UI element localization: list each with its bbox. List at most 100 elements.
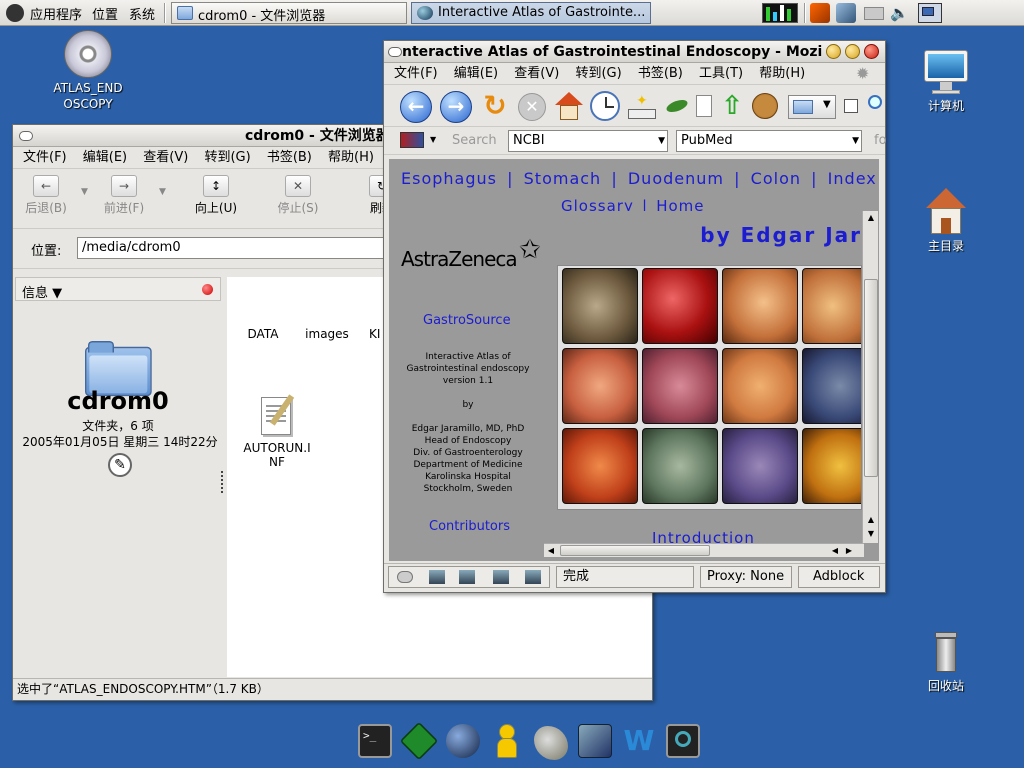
endoscopy-thumbnail[interactable] xyxy=(562,348,638,424)
ff-menu-go[interactable]: 转到(G) xyxy=(575,66,621,81)
endoscopy-thumbnail[interactable] xyxy=(722,268,798,344)
nav-link-glossary[interactable]: Glossary xyxy=(561,197,634,211)
screenshot-icon[interactable] xyxy=(666,724,700,758)
forward-arrow-icon[interactable]: → xyxy=(440,91,472,123)
page-icon[interactable] xyxy=(696,95,712,117)
back-arrow-icon[interactable]: ← xyxy=(400,91,432,123)
terminal-icon[interactable]: >_ xyxy=(358,724,392,758)
contributors-link[interactable]: Contributors xyxy=(429,519,510,534)
cookie-icon[interactable] xyxy=(752,93,778,119)
fb-menu-help[interactable]: 帮助(H) xyxy=(328,150,374,165)
endoscopy-thumbnail[interactable] xyxy=(562,428,638,504)
search-engine-select[interactable]: NCBI ▼ xyxy=(508,130,668,152)
ff-menu-help[interactable]: 帮助(H) xyxy=(759,66,805,81)
taskbar-firefox[interactable]: Interactive Atlas of Gastrointe... xyxy=(411,2,651,24)
places-menu[interactable]: 位置 xyxy=(92,4,118,23)
window-menu-icon[interactable] xyxy=(19,131,33,141)
endoscopy-thumbnail[interactable] xyxy=(562,268,638,344)
ff-menu-tools[interactable]: 工具(T) xyxy=(699,66,743,81)
fb-menu-edit[interactable]: 编辑(E) xyxy=(83,150,127,165)
nav-link-duodenum[interactable]: Duodenum xyxy=(628,169,724,188)
foot-menu-icon[interactable] xyxy=(6,4,24,22)
web-browser-icon[interactable] xyxy=(446,724,480,758)
endoscopy-thumbnail[interactable] xyxy=(802,428,861,504)
mail-icon[interactable] xyxy=(578,724,612,758)
nav-link-index[interactable]: Index xyxy=(828,169,877,188)
sidebar-close-icon[interactable] xyxy=(202,284,213,295)
sidebar-type-dropdown[interactable]: 信息 ▼ xyxy=(22,282,62,301)
status-icon[interactable] xyxy=(525,570,541,584)
scroll-up-arrow-icon[interactable]: ▲ xyxy=(864,211,878,225)
ncbi-logo-icon[interactable] xyxy=(400,132,424,148)
desktop-icon-atlas-cd[interactable]: ATLAS_END OSCOPY xyxy=(38,30,138,112)
minimize-button[interactable] xyxy=(826,44,841,59)
ff-menu-file[interactable]: 文件(F) xyxy=(394,66,438,81)
fb-menu-bookmarks[interactable]: 书签(B) xyxy=(267,150,312,165)
nav-link-stomach[interactable]: Stomach xyxy=(524,169,602,188)
nav-link-home[interactable]: Home xyxy=(656,197,704,211)
scroll-hthumb[interactable] xyxy=(560,545,710,556)
inner-vertical-scrollbar[interactable]: ▲ ▲ ▼ xyxy=(862,211,878,543)
up-button[interactable]: ↕ 向上(U) xyxy=(185,175,247,216)
proxy-status[interactable]: Proxy: None xyxy=(700,566,792,588)
system-menu[interactable]: 系统 xyxy=(129,4,155,23)
scroll-up-arrow-icon[interactable]: ▲ xyxy=(864,513,878,527)
printer-icon[interactable] xyxy=(864,7,884,20)
messenger-icon[interactable] xyxy=(490,724,524,758)
stop-button[interactable]: ✕ 停止(S) xyxy=(267,175,329,216)
adblock-status[interactable]: Adblock xyxy=(798,566,880,588)
scroll-right-arrow-icon[interactable]: ▶ xyxy=(842,544,856,557)
status-icon[interactable] xyxy=(493,570,509,584)
forward-dropdown-icon[interactable]: ▼ xyxy=(159,187,166,197)
applications-menu[interactable]: 应用程序 xyxy=(30,4,82,23)
workspace-switcher-icon[interactable] xyxy=(918,3,942,23)
update-icon[interactable] xyxy=(836,3,856,23)
home-icon[interactable] xyxy=(554,91,584,121)
endoscopy-thumbnail[interactable] xyxy=(802,348,861,424)
endoscopy-thumbnail[interactable] xyxy=(642,348,718,424)
file-item[interactable]: DATA xyxy=(237,283,289,341)
endoscopy-thumbnail[interactable] xyxy=(642,268,718,344)
status-icon[interactable] xyxy=(429,570,445,584)
nav-link-esophagus[interactable]: Esophagus xyxy=(401,169,497,188)
scroll-down-arrow-icon[interactable]: ▼ xyxy=(864,527,878,541)
stop-icon[interactable]: ✕ xyxy=(518,93,546,121)
ff-menu-edit[interactable]: 编辑(E) xyxy=(454,66,498,81)
sidebar-resize-handle[interactable] xyxy=(221,471,225,493)
firefox-titlebar[interactable]: nteractive Atlas of Gastrointestinal End… xyxy=(384,41,885,63)
forward-button[interactable]: → 前进(F) xyxy=(93,175,155,216)
file-item[interactable]: images xyxy=(301,283,353,341)
endoscopy-thumbnail[interactable] xyxy=(722,428,798,504)
green-up-arrow-icon[interactable]: ⇧ xyxy=(720,93,744,121)
scroll-left-arrow-icon[interactable]: ◀ xyxy=(544,544,558,557)
file-item[interactable]: AUTORUN.INF xyxy=(239,393,315,469)
reload-icon[interactable]: ↻ xyxy=(480,91,510,121)
endoscopy-thumbnail[interactable] xyxy=(802,268,861,344)
window-icon[interactable] xyxy=(844,99,858,113)
status-icon[interactable] xyxy=(459,570,475,584)
search-icon[interactable] xyxy=(868,95,884,115)
desktop-icon-home[interactable]: 主目录 xyxy=(896,188,996,254)
vim-icon[interactable] xyxy=(399,721,439,761)
maximize-button[interactable] xyxy=(845,44,860,59)
scroll-left-arrow-icon[interactable]: ◀ xyxy=(828,544,842,557)
nav-link-colon[interactable]: Colon xyxy=(751,169,801,188)
endoscopy-thumbnail[interactable] xyxy=(722,348,798,424)
search-extra-field[interactable]: fo xyxy=(874,133,886,148)
close-button[interactable] xyxy=(864,44,879,59)
window-menu-icon[interactable] xyxy=(388,47,402,57)
office-icon[interactable]: W xyxy=(622,724,656,758)
back-button[interactable]: ← 后退(B) xyxy=(15,175,77,216)
volume-icon[interactable]: 🔈 xyxy=(890,3,910,23)
desktop-icon-trash[interactable]: 回收站 xyxy=(896,628,996,694)
system-monitor-icon[interactable] xyxy=(762,3,798,23)
desktop-icon-computer[interactable]: 计算机 xyxy=(896,48,996,114)
ff-menu-bookmarks[interactable]: 书签(B) xyxy=(638,66,683,81)
location-input[interactable]: /media/cdrom0 xyxy=(77,237,407,259)
endoscopy-thumbnail[interactable] xyxy=(642,428,718,504)
status-icon[interactable] xyxy=(397,571,413,583)
search-database-select[interactable]: PubMed ▼ xyxy=(676,130,862,152)
chevron-down-icon[interactable]: ▼ xyxy=(430,135,436,144)
gastrosource-link[interactable]: GastroSource xyxy=(423,313,511,328)
weather-icon[interactable] xyxy=(810,3,830,23)
